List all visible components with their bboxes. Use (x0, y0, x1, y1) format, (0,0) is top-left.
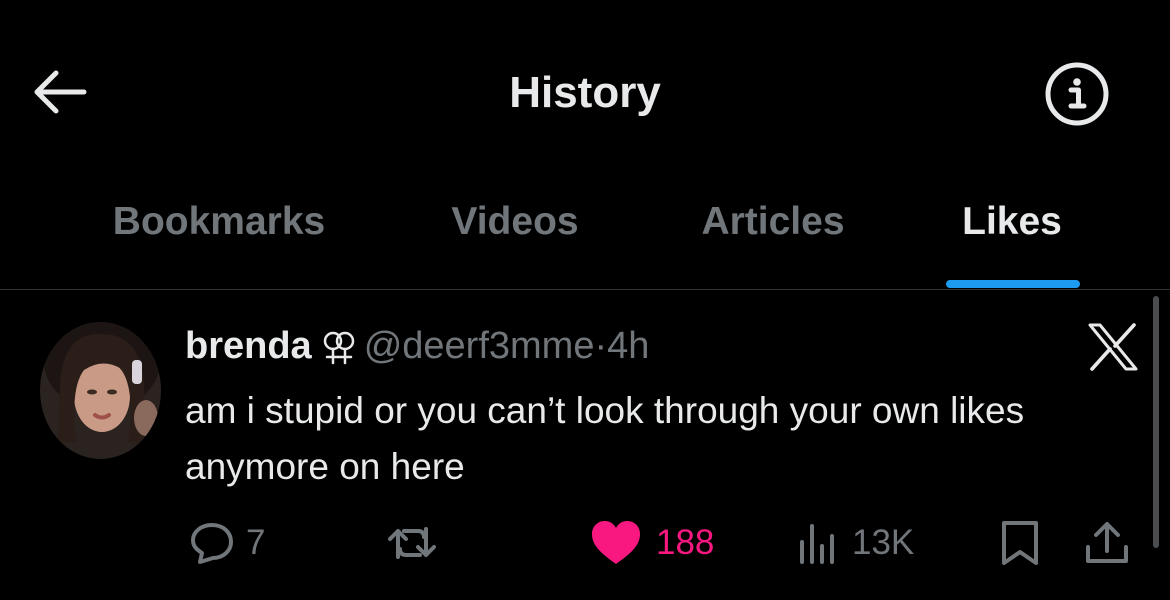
share-button[interactable] (1082, 518, 1132, 568)
tweet-text: am i stupid or you can’t look through yo… (185, 390, 1025, 487)
x-logo-icon (1086, 322, 1140, 372)
views-button[interactable]: 13K (796, 518, 914, 568)
active-tab-indicator (946, 280, 1080, 288)
scrollbar[interactable] (1153, 296, 1159, 548)
reply-count: 7 (246, 523, 266, 562)
author-handle[interactable]: @deerf3mme (364, 325, 595, 367)
tabs-divider (0, 289, 1170, 290)
retweet-icon (388, 527, 436, 559)
info-icon (1045, 62, 1109, 126)
share-icon (1086, 522, 1128, 563)
view-count: 13K (852, 523, 915, 562)
tweet-time[interactable]: 4h (607, 325, 649, 367)
page-title: History (509, 68, 661, 117)
reply-button[interactable]: 7 (188, 518, 265, 568)
heart-icon (592, 521, 640, 564)
author-name[interactable]: brenda (185, 325, 312, 367)
reply-icon (191, 523, 233, 564)
like-count: 188 (656, 523, 715, 562)
tab-videos[interactable]: Videos (442, 200, 588, 244)
analytics-bars-icon (800, 524, 834, 564)
info-button[interactable] (1044, 61, 1110, 127)
bookmark-icon (1002, 521, 1038, 565)
like-button[interactable]: 188 (590, 518, 714, 568)
avatar[interactable] (40, 322, 161, 459)
bookmark-button[interactable] (998, 518, 1042, 568)
double-venus-icon (322, 329, 356, 367)
tab-bookmarks[interactable]: Bookmarks (98, 200, 340, 244)
tab-likes[interactable]: Likes (957, 200, 1067, 244)
retweet-button[interactable] (386, 518, 438, 568)
tab-articles[interactable]: Articles (690, 200, 856, 244)
tweet-header: brenda @deerf3mme·4h (185, 320, 649, 372)
meta-separator: · (594, 325, 608, 367)
